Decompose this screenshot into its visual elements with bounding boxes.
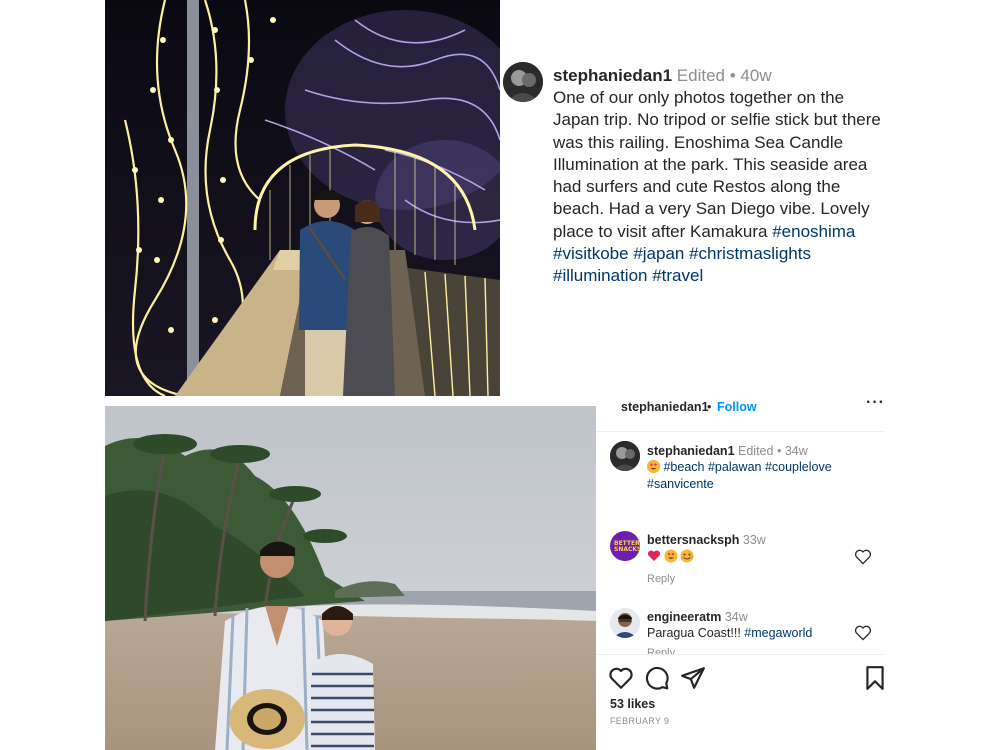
comment-body: Paragua Coast!!!	[647, 626, 745, 640]
comment-username[interactable]: engineeratm	[647, 610, 721, 624]
post-photo-beach[interactable]	[105, 406, 596, 750]
separator-dot: •	[729, 66, 736, 85]
avatar[interactable]: BETTER SNACKS	[610, 531, 640, 561]
heart-icon[interactable]	[608, 665, 634, 691]
reply-button[interactable]: Reply	[647, 573, 675, 585]
avatar[interactable]	[610, 608, 640, 638]
avatar-image	[610, 441, 640, 471]
avatar-logo-text: BETTER SNACKS	[614, 540, 640, 553]
caption-header: stephaniedan1 Edited • 34w	[647, 444, 808, 458]
like-comment-heart-icon[interactable]	[854, 625, 872, 641]
comment-header: bettersnacksph 33w	[647, 533, 766, 547]
comment-emojis	[647, 549, 694, 563]
like-comment-heart-icon[interactable]	[854, 549, 872, 565]
separator-dot: •	[707, 400, 712, 414]
comment-age[interactable]: 33w	[743, 533, 766, 547]
follow-button[interactable]: Follow	[717, 400, 757, 414]
comment-text	[647, 549, 697, 566]
share-icon[interactable]	[680, 665, 706, 691]
heart-eyes-emoji	[647, 460, 660, 473]
likes-count[interactable]: 53 likes	[610, 697, 655, 711]
caption-text: #beach #palawan #couplelove #sanvicente	[647, 459, 867, 492]
comment-age[interactable]: 34w	[725, 610, 748, 624]
avatar[interactable]	[503, 62, 543, 102]
caption-body: One of our only photos together on the J…	[553, 88, 881, 241]
username[interactable]: stephaniedan1	[553, 66, 672, 85]
post-date: FEBRUARY 9	[610, 716, 670, 726]
comment-header: engineeratm 34w	[647, 610, 748, 624]
heart-eyes-emoji	[664, 549, 678, 563]
avatar-image	[610, 608, 640, 638]
caption-text: One of our only photos together on the J…	[553, 87, 883, 288]
heart-emoji	[647, 550, 661, 561]
avatar-image	[503, 62, 543, 102]
caption-age[interactable]: 34w	[785, 444, 808, 458]
comment-text: Paragua Coast!!! #megaworld	[647, 626, 812, 640]
edited-label: Edited	[676, 66, 725, 85]
avatar[interactable]	[610, 441, 640, 471]
post-age[interactable]: 40w	[740, 66, 771, 85]
action-bar: 53 likes FEBRUARY 9	[596, 654, 884, 750]
beach-photo	[105, 406, 596, 750]
illumination-photo	[105, 0, 500, 396]
smiling-emoji	[680, 549, 694, 563]
caption-hashtags[interactable]: #beach #palawan #couplelove #sanvicente	[647, 460, 832, 491]
caption-username[interactable]: stephaniedan1	[647, 444, 735, 458]
header-username[interactable]: stephaniedan1	[621, 400, 709, 414]
comment-hashtag[interactable]: #megaworld	[744, 626, 812, 640]
more-icon[interactable]: ···	[866, 394, 885, 412]
post-header: stephaniedan1 • Follow ···	[596, 394, 885, 432]
separator-dot: •	[776, 444, 782, 458]
post-header: stephaniedan1 Edited • 40w	[553, 66, 772, 86]
comment-username[interactable]: bettersnacksph	[647, 533, 739, 547]
post-photo-illumination[interactable]	[105, 0, 500, 396]
bookmark-icon[interactable]	[862, 665, 888, 691]
comment-icon[interactable]	[644, 665, 670, 691]
edited-label: Edited	[738, 444, 774, 458]
post-sidebar: stephaniedan1 • Follow ··· stephaniedan1…	[596, 394, 886, 750]
